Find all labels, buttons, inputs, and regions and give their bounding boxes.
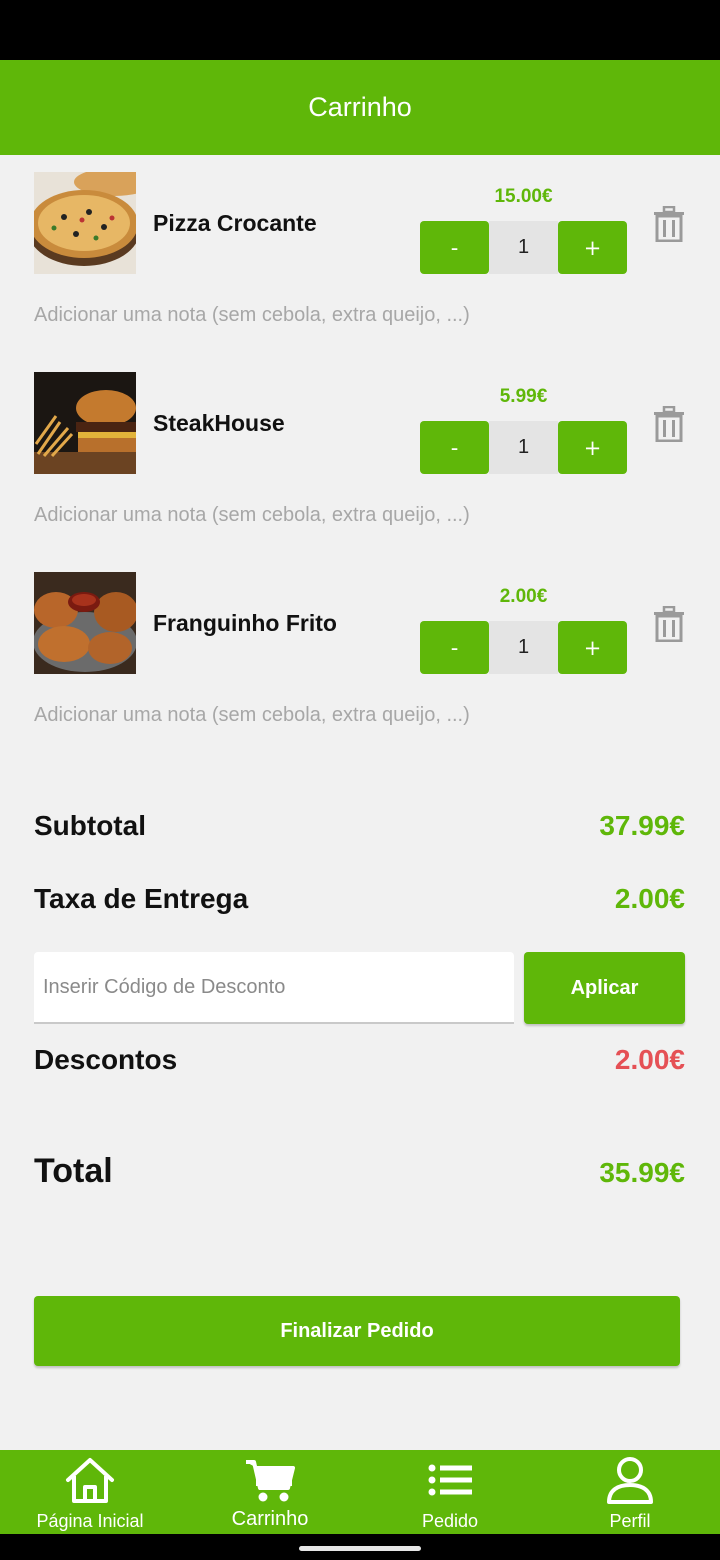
decrease-quantity-button[interactable]: - (420, 221, 489, 274)
item-price: 5.99€ (499, 386, 548, 407)
discounts-row: Descontos 2.00€ (34, 1044, 685, 1076)
item-price: 2.00€ (499, 586, 548, 607)
nav-item-profile[interactable]: Perfil (540, 1450, 720, 1534)
subtotal-row: Subtotal 37.99€ (34, 810, 685, 842)
total-row: Total 35.99€ (34, 1152, 685, 1191)
nav-item-orders[interactable]: Pedido (360, 1450, 540, 1534)
list-icon (428, 1464, 472, 1496)
increase-quantity-button[interactable]: + (558, 421, 627, 474)
total-label: Total (34, 1152, 113, 1190)
quantity-value: 1 (489, 421, 558, 474)
total-value: 35.99€ (599, 1157, 685, 1188)
delivery-fee-row: Taxa de Entrega 2.00€ (34, 883, 685, 915)
discounts-label: Descontos (34, 1044, 178, 1075)
quantity-stepper: - 1 + (420, 421, 627, 474)
nav-label-profile: Perfil (609, 1511, 651, 1531)
user-icon (607, 1457, 653, 1504)
checkout-button[interactable]: Finalizar Pedido (34, 1296, 680, 1366)
status-bar (0, 0, 720, 60)
cart-item: SteakHouse 5.99€ - 1 + Adicionar uma not… (0, 372, 720, 572)
nav-label-orders: Pedido (421, 1511, 479, 1531)
item-image-pizza (34, 172, 136, 274)
item-image-fried-chicken (34, 572, 136, 674)
cart-item: Pizza Crocante 15.00€ - 1 + Adicionar um… (0, 172, 720, 372)
nav-item-home[interactable]: Página Inicial (0, 1450, 180, 1534)
trash-icon[interactable] (653, 206, 685, 242)
decrease-quantity-button[interactable]: - (420, 421, 489, 474)
home-gesture-bar[interactable] (299, 1546, 421, 1551)
nav-label-cart: Carrinho (231, 1508, 309, 1530)
delivery-fee-value: 2.00€ (614, 883, 685, 914)
nav-item-cart[interactable]: Carrinho (180, 1450, 360, 1534)
quantity-value: 1 (489, 221, 558, 274)
item-note-input[interactable]: Adicionar uma nota (sem cebola, extra qu… (34, 704, 470, 727)
increase-quantity-button[interactable]: + (558, 621, 627, 674)
home-icon (66, 1458, 114, 1503)
item-price: 15.00€ (494, 186, 553, 207)
item-image-burger (34, 372, 136, 474)
nav-label-home: Página Inicial (36, 1511, 144, 1531)
trash-icon[interactable] (653, 406, 685, 442)
cart-icon (246, 1460, 295, 1502)
decrease-quantity-button[interactable]: - (420, 621, 489, 674)
app-bar: Carrinho (0, 60, 720, 155)
item-name: SteakHouse (153, 410, 285, 436)
item-name: Franguinho Frito (153, 610, 337, 636)
delivery-fee-label: Taxa de Entrega (34, 883, 249, 914)
item-note-input[interactable]: Adicionar uma nota (sem cebola, extra qu… (34, 304, 470, 327)
discounts-value: 2.00€ (614, 1044, 685, 1075)
quantity-value: 1 (489, 621, 558, 674)
page-title: Carrinho (308, 92, 412, 122)
increase-quantity-button[interactable]: + (558, 221, 627, 274)
quantity-stepper: - 1 + (420, 621, 627, 674)
subtotal-value: 37.99€ (599, 810, 685, 841)
cart-item: Franguinho Frito 2.00€ - 1 + Adicionar u… (0, 572, 720, 772)
item-note-input[interactable]: Adicionar uma nota (sem cebola, extra qu… (34, 504, 470, 527)
trash-icon[interactable] (653, 606, 685, 642)
subtotal-label: Subtotal (34, 810, 146, 841)
item-name: Pizza Crocante (153, 210, 317, 236)
quantity-stepper: - 1 + (420, 221, 627, 274)
discount-code-input[interactable] (34, 952, 514, 1024)
bottom-navigation: Página Inicial Carrinho Pedido Perfil (0, 1450, 720, 1534)
apply-discount-button[interactable]: Aplicar (524, 952, 685, 1024)
